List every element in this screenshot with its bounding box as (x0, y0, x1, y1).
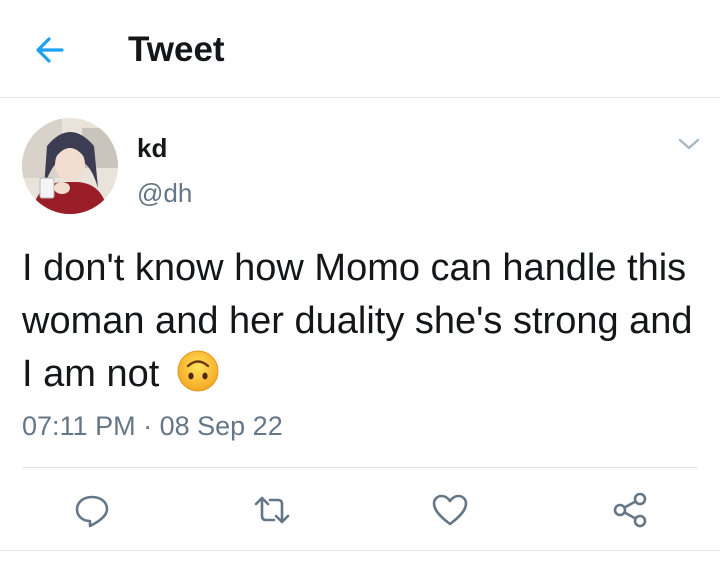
share-icon[interactable] (610, 490, 650, 530)
tweet-text: I don't know how Momo can handle this wo… (22, 242, 702, 401)
bottom-divider (0, 550, 720, 551)
reply-icon[interactable] (72, 490, 112, 530)
meta-separator: · (143, 411, 153, 441)
page-title: Tweet (128, 30, 225, 69)
divider (22, 467, 698, 468)
tweet-timestamp: 07:11 PM · 08 Sep 22 (22, 410, 283, 442)
avatar-image (22, 118, 118, 214)
avatar[interactable] (22, 118, 118, 214)
upside-down-face-emoji (177, 350, 219, 392)
chevron-down-icon[interactable] (676, 134, 702, 154)
tweet-date: 08 Sep 22 (159, 411, 283, 441)
like-icon[interactable] (430, 490, 470, 530)
retweet-icon[interactable] (252, 490, 292, 530)
action-bar (0, 480, 720, 538)
author-handle[interactable]: @dh (137, 178, 192, 208)
tweet-text-content: I don't know how Momo can handle this wo… (22, 247, 693, 395)
top-bar: Tweet (0, 0, 720, 98)
back-arrow-icon[interactable] (30, 30, 70, 70)
author-name[interactable]: kd (137, 133, 167, 163)
tweet-time: 07:11 PM (22, 411, 136, 441)
